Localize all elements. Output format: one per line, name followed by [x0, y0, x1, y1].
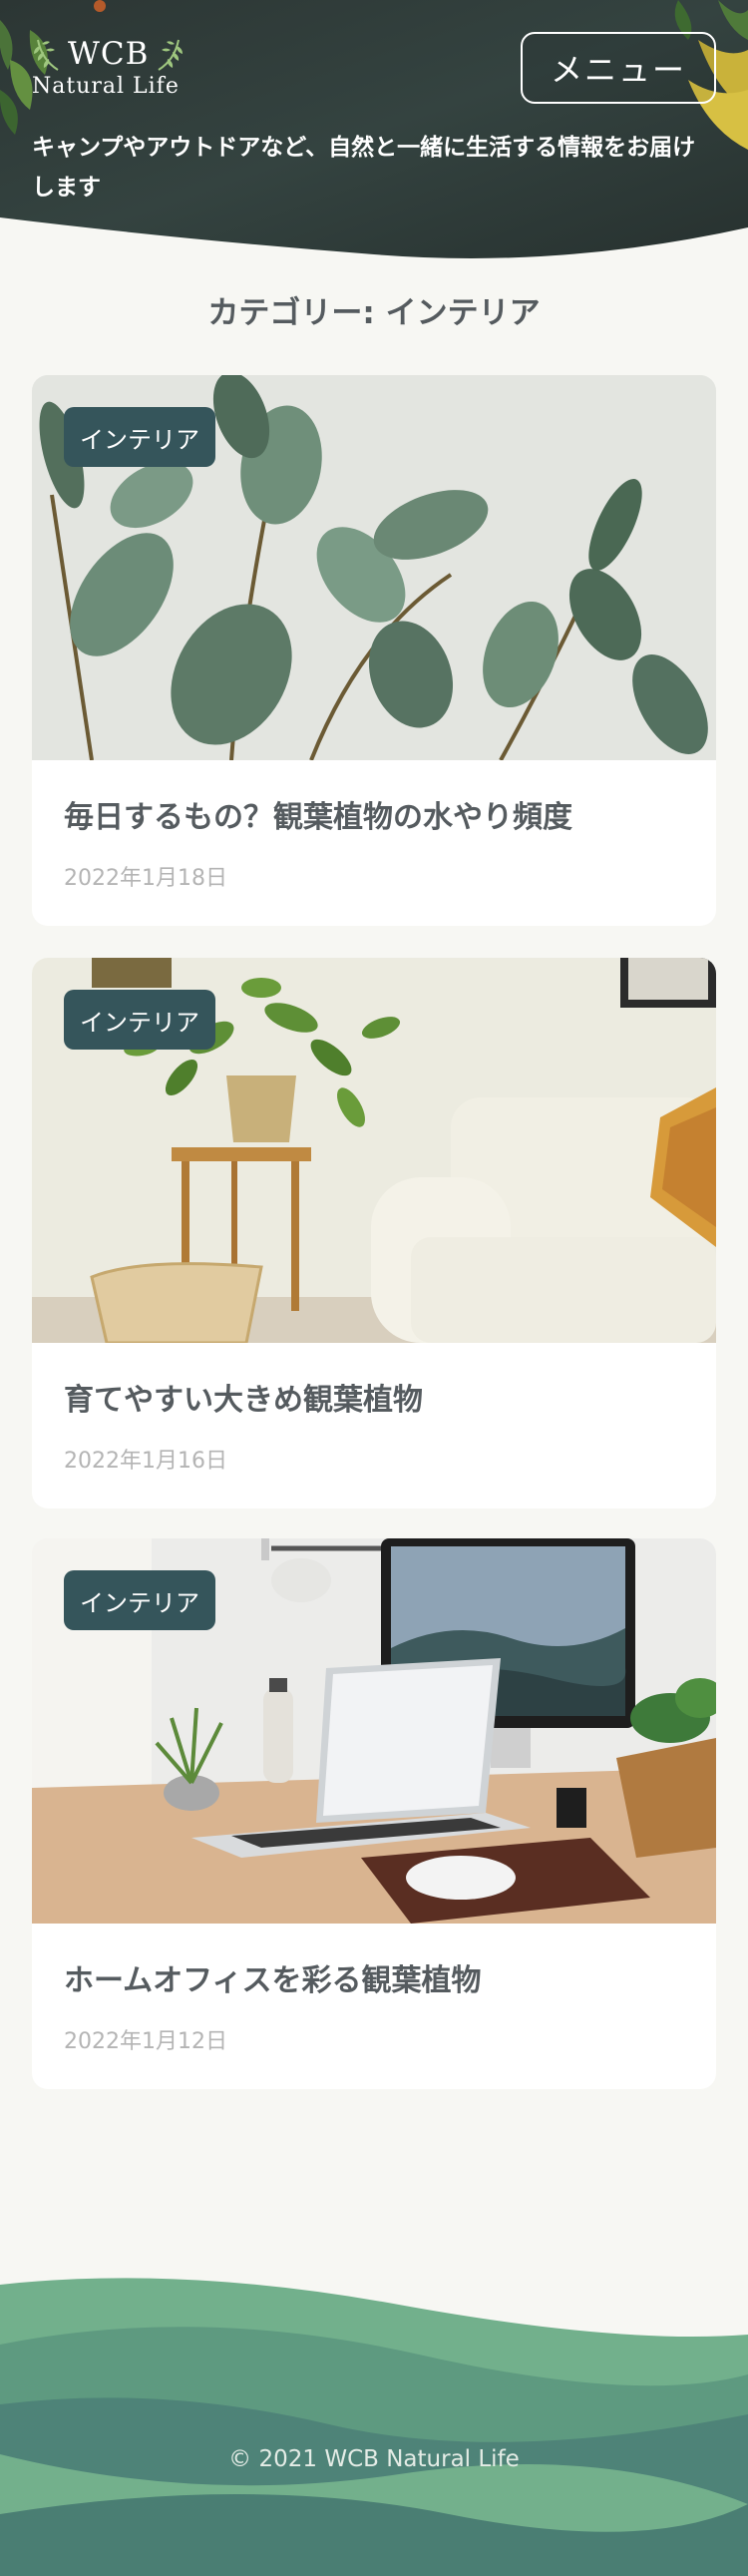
leaf-right-icon [158, 39, 184, 71]
logo-subtitle: Natural Life [32, 74, 180, 99]
post-date: 2022年1月12日 [64, 2029, 227, 2054]
post-thumbnail[interactable]: インテリア [32, 1538, 716, 1924]
post-title[interactable]: 育てやすい大きめ観葉植物 [64, 1381, 684, 1421]
site-footer [0, 2275, 748, 2576]
post-title[interactable]: ホームオフィスを彩る観葉植物 [64, 1961, 684, 2001]
post-date: 2022年1月16日 [64, 1449, 227, 1474]
post-date: 2022年1月18日 [64, 866, 227, 891]
post-card[interactable]: インテリア ホームオフィスを彩る観葉植物 2022年1月12日 [32, 1538, 716, 2089]
leaf-left-icon [34, 39, 59, 71]
category-badge[interactable]: インテリア [64, 990, 215, 1050]
post-card[interactable]: インテリア 育てやすい大きめ観葉植物 2022年1月16日 [32, 958, 716, 1508]
category-title: カテゴリー: インテリア [207, 295, 541, 331]
footer-waves [0, 2278, 748, 2576]
site-tagline: キャンプやアウトドアなど、自然と一緒に生活する情報をお届けします [32, 135, 696, 201]
category-badge[interactable]: インテリア [64, 407, 215, 467]
category-badge[interactable]: インテリア [64, 1570, 215, 1630]
site-header: WCB Natural Life メニュー キャンプやアウトドアなど、自然と一緒… [0, 0, 748, 261]
post-title[interactable]: 毎日するもの？観葉植物の水やり頻度 [64, 798, 684, 838]
post-thumbnail[interactable]: インテリア [32, 958, 716, 1343]
site-logo[interactable]: WCB Natural Life [32, 36, 191, 99]
post-thumbnail[interactable]: インテリア [32, 375, 716, 760]
post-card[interactable]: インテリア 毎日するもの？観葉植物の水やり頻度 2022年1月18日 [32, 375, 716, 926]
copyright-text: © 2021 WCB Natural Life [228, 2446, 520, 2472]
logo-title: WCB [68, 36, 150, 72]
menu-button[interactable]: メニュー [521, 32, 716, 104]
